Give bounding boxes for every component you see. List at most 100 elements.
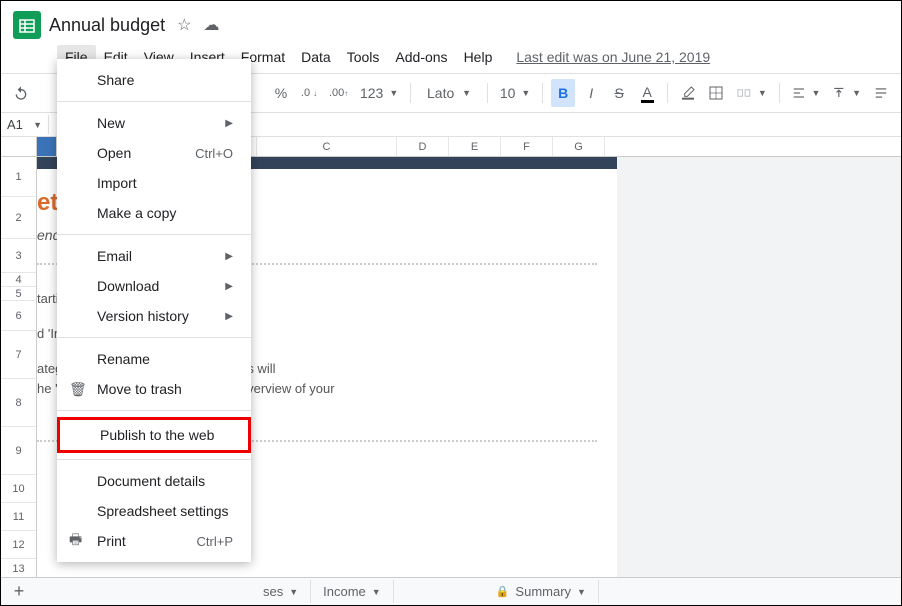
separator [57, 410, 251, 411]
separator [57, 337, 251, 338]
label: Download [97, 278, 159, 294]
file-menu-dropdown: Share New▶ OpenCtrl+O Import Make a copy… [57, 59, 251, 562]
col-header[interactable]: E [449, 137, 501, 156]
separator [779, 83, 780, 103]
doc-title[interactable]: Annual budget [49, 15, 165, 36]
namebox-value: A1 [7, 117, 23, 132]
italic-button[interactable]: I [579, 79, 603, 107]
name-box[interactable]: A1▼ [1, 115, 49, 134]
format-percent[interactable]: % [269, 79, 293, 107]
row-header[interactable]: 6 [1, 301, 36, 331]
label: Spreadsheet settings [97, 503, 229, 519]
menu-item-new[interactable]: New▶ [57, 108, 251, 138]
menu-help[interactable]: Help [456, 45, 501, 69]
separator [57, 234, 251, 235]
separator [487, 83, 488, 103]
label: Email [97, 248, 132, 264]
lock-icon: 🔒 [496, 585, 510, 598]
separator [410, 83, 411, 103]
row-header[interactable]: 9 [1, 427, 36, 475]
format-dec00[interactable]: .00↑ [325, 79, 352, 107]
menu-item-version-history[interactable]: Version history ▶ [57, 301, 251, 331]
borders-button[interactable] [704, 79, 728, 107]
text-color-button[interactable]: A [635, 79, 659, 107]
format-number[interactable]: 123▼ [356, 79, 402, 107]
row-header[interactable]: 8 [1, 379, 36, 427]
menu-item-print[interactable]: 🖶 Print Ctrl+P [57, 526, 251, 556]
col-header[interactable]: G [553, 137, 605, 156]
sheet-tabs: + ses ▼ Income ▼ 🔒Summary▼ [1, 577, 901, 605]
row-header[interactable]: 7 [1, 331, 36, 379]
label: Rename [97, 351, 150, 367]
label: Share [97, 72, 134, 88]
font-family-select[interactable]: Lato▼ [419, 79, 479, 107]
label: New [97, 115, 125, 131]
add-sheet-button[interactable]: + [1, 581, 37, 602]
row-header[interactable]: 12 [1, 531, 36, 559]
label: Print [97, 533, 126, 549]
separator [57, 101, 251, 102]
menu-data[interactable]: Data [293, 45, 339, 69]
label: Move to trash [97, 381, 182, 397]
chevron-down-icon: ▼ [372, 587, 381, 597]
star-icon[interactable]: ☆ [177, 15, 191, 35]
strike-button[interactable]: S [607, 79, 631, 107]
menu-item-rename[interactable]: Rename [57, 344, 251, 374]
row-header[interactable]: 10 [1, 475, 36, 503]
submenu-arrow-icon: ▶ [225, 281, 233, 292]
format-dec0[interactable]: .0 ↓ [297, 79, 321, 107]
size-label: 10 [500, 85, 516, 101]
row-header[interactable]: 2 [1, 197, 36, 239]
submenu-arrow-icon: ▶ [225, 251, 233, 262]
row-header[interactable]: 5 [1, 287, 36, 301]
cloud-saved-icon[interactable]: ☁ [203, 15, 219, 35]
sheet-tab[interactable]: Income ▼ [311, 580, 394, 603]
row-header[interactable]: 4 [1, 273, 36, 287]
halign-button[interactable]: ▼ [788, 79, 825, 107]
tab-label: ses [263, 584, 283, 599]
undo-button[interactable] [9, 79, 33, 107]
last-edit-link[interactable]: Last edit was on June 21, 2019 [516, 49, 710, 65]
separator [542, 83, 543, 103]
menu-addons[interactable]: Add-ons [387, 45, 455, 69]
valign-button[interactable]: ▼ [828, 79, 865, 107]
row-header[interactable]: 1 [1, 157, 36, 197]
fill-color-button[interactable] [676, 79, 700, 107]
menu-item-document-details[interactable]: Document details [57, 466, 251, 496]
col-header[interactable]: D [397, 137, 449, 156]
chevron-down-icon: ▼ [289, 587, 298, 597]
row-header[interactable]: 3 [1, 239, 36, 273]
col-header[interactable]: F [501, 137, 553, 156]
font-label: Lato [427, 85, 454, 101]
label: Make a copy [97, 205, 176, 221]
menu-item-publish-to-web[interactable]: Publish to the web [57, 417, 251, 453]
label: Version history [97, 308, 189, 324]
merge-button[interactable]: ▼ [732, 79, 771, 107]
menu-item-open[interactable]: OpenCtrl+O [57, 138, 251, 168]
submenu-arrow-icon: ▶ [225, 311, 233, 322]
row-header[interactable]: 13 [1, 559, 36, 579]
bold-button[interactable]: B [551, 79, 575, 107]
col-header[interactable] [37, 137, 57, 156]
label: Document details [97, 473, 205, 489]
menu-item-share[interactable]: Share [57, 65, 251, 95]
tab-label: Income [323, 584, 366, 599]
col-header[interactable]: C [257, 137, 397, 156]
menu-item-email[interactable]: Email ▶ [57, 241, 251, 271]
menu-item-import[interactable]: Import [57, 168, 251, 198]
menu-item-move-to-trash[interactable]: 🗑Move to trash [57, 374, 251, 404]
font-size-select[interactable]: 10▼ [496, 79, 534, 107]
row-header[interactable]: 11 [1, 503, 36, 531]
menu-item-spreadsheet-settings[interactable]: Spreadsheet settings [57, 496, 251, 526]
menu-tools[interactable]: Tools [339, 45, 388, 69]
sheet-tab[interactable]: 🔒Summary▼ [484, 580, 599, 603]
menu-item-download[interactable]: Download ▶ [57, 271, 251, 301]
chevron-down-icon: ▼ [577, 587, 586, 597]
wrap-button[interactable] [869, 79, 893, 107]
sheets-logo[interactable] [9, 7, 45, 43]
sheet-tab[interactable]: ses ▼ [251, 580, 311, 603]
shortcut: Ctrl+P [197, 534, 233, 549]
empty-area [617, 157, 901, 601]
menu-item-make-copy[interactable]: Make a copy [57, 198, 251, 228]
print-icon: 🖶 [69, 529, 82, 553]
